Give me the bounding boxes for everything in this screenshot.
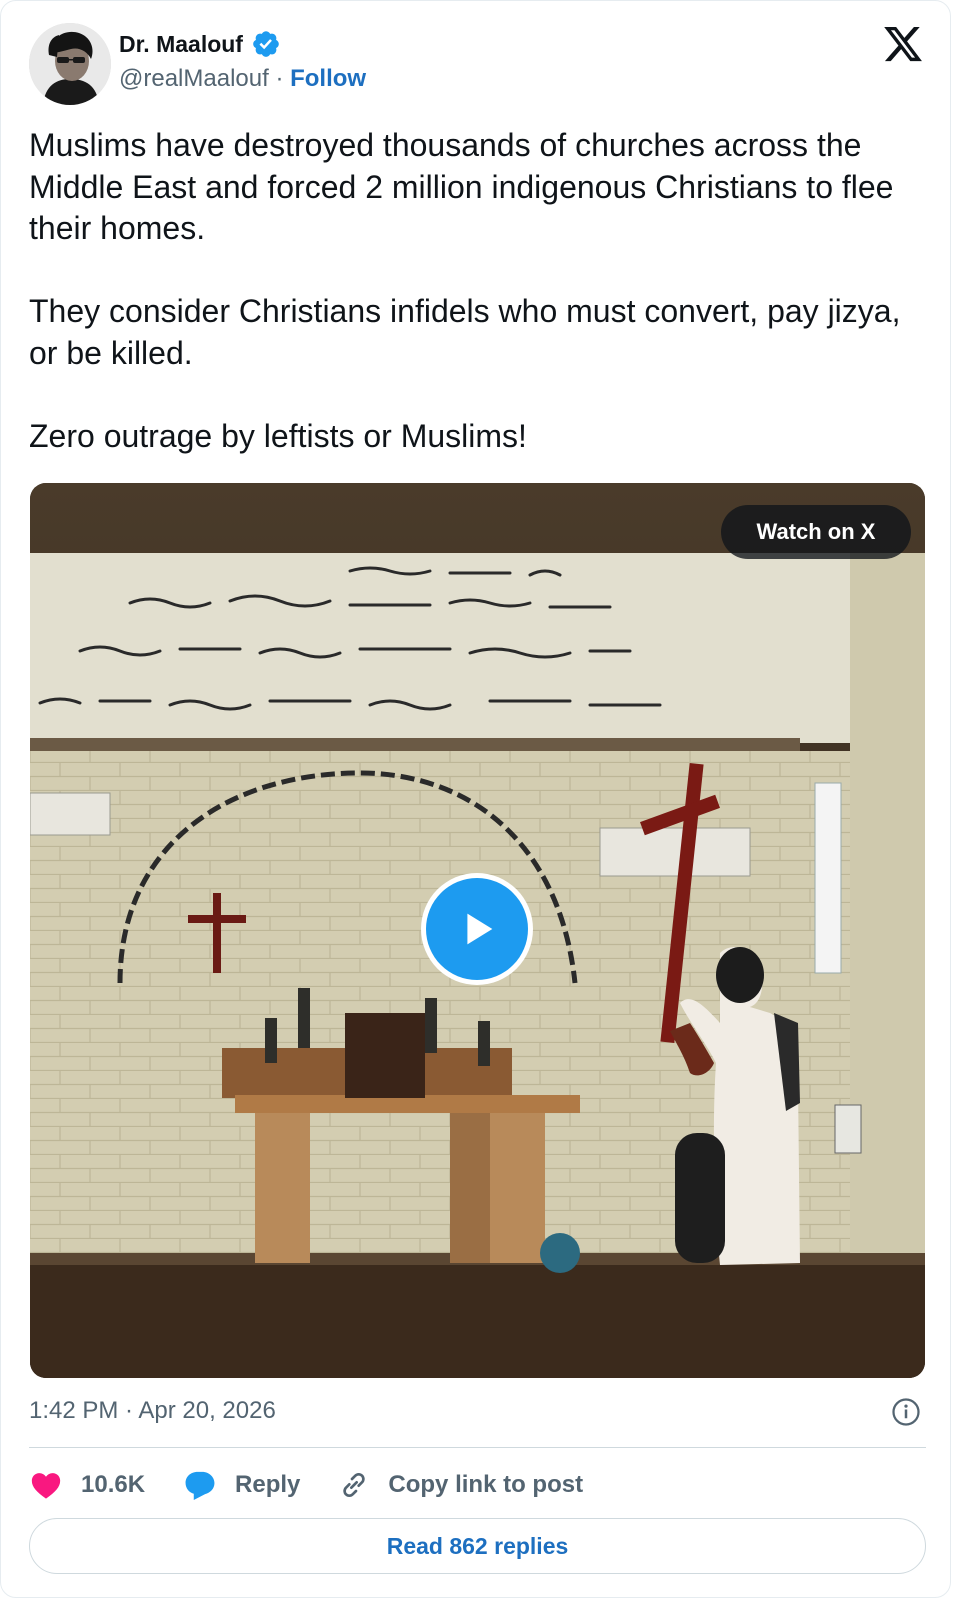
like-button[interactable]: 10.6K xyxy=(29,1468,145,1502)
tweet-paragraph: Zero outrage by leftists or Muslims! xyxy=(29,417,527,454)
post-timestamp[interactable]: 1:42 PM · Apr 20, 2026 xyxy=(29,1397,276,1425)
tweet-embed-card: Dr. Maalouf @realMaalouf · Follow Muslim… xyxy=(0,0,951,1598)
play-icon xyxy=(467,913,493,945)
link-icon xyxy=(343,1472,366,1498)
author-name-row: Dr. Maalouf xyxy=(119,29,281,59)
author-handle-row: @realMaalouf · Follow xyxy=(119,65,366,93)
author-name[interactable]: Dr. Maalouf xyxy=(119,31,243,58)
read-replies-button[interactable]: Read 862 replies xyxy=(29,1518,926,1574)
divider xyxy=(29,1447,926,1448)
handle-separator: · xyxy=(275,65,291,92)
play-button[interactable] xyxy=(421,873,533,985)
reply-button[interactable]: Reply xyxy=(183,1468,300,1502)
copy-link-label: Copy link to post xyxy=(388,1471,584,1498)
heart-icon xyxy=(31,1473,61,1499)
action-bar: 10.6K Reply Copy link to post xyxy=(29,1463,621,1507)
follow-link[interactable]: Follow xyxy=(290,65,366,92)
tweet-text: Muslims have destroyed thousands of chur… xyxy=(29,125,934,457)
verified-badge-icon xyxy=(253,31,279,57)
reply-bubble-icon xyxy=(185,1471,215,1501)
like-count: 10.6K xyxy=(81,1471,146,1498)
reply-label: Reply xyxy=(235,1471,301,1498)
tweet-paragraph: Muslims have destroyed thousands of chur… xyxy=(29,127,894,246)
play-button-inner xyxy=(426,878,528,980)
avatar-image xyxy=(29,23,111,105)
copy-link-button[interactable]: Copy link to post xyxy=(338,1469,583,1501)
info-icon[interactable] xyxy=(891,1397,921,1427)
tweet-paragraph: They consider Christians infidels who mu… xyxy=(29,293,901,371)
author-handle[interactable]: @realMaalouf xyxy=(119,65,269,92)
watch-on-x-button[interactable]: Watch on X xyxy=(721,505,911,559)
avatar[interactable] xyxy=(29,23,111,105)
x-logo-icon[interactable] xyxy=(881,23,925,65)
